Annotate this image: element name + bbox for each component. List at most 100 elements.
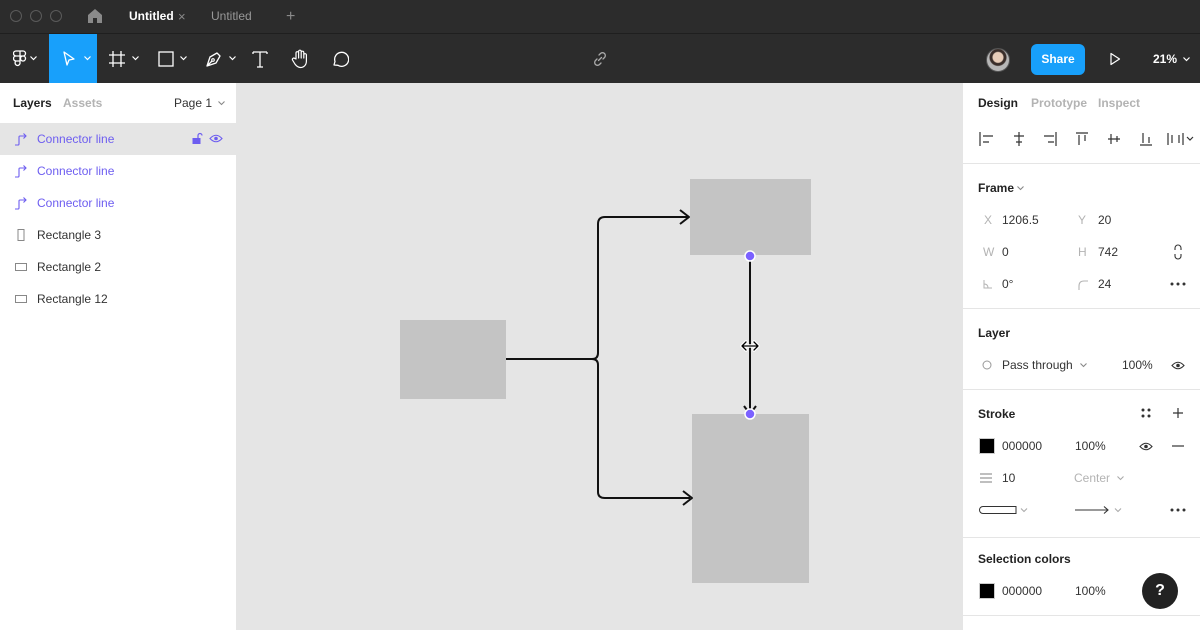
y-label: Y: [1078, 213, 1087, 227]
page-selector[interactable]: Page 1: [174, 96, 226, 110]
selection-color-swatch[interactable]: [979, 583, 995, 599]
window-zoom-control[interactable]: [50, 10, 62, 22]
stroke-start-cap-select[interactable]: [978, 505, 1030, 515]
share-button[interactable]: Share: [1031, 44, 1085, 75]
layer-opacity-input[interactable]: 100%: [1122, 358, 1153, 372]
divider: [963, 163, 1200, 164]
stroke-end-cap-select[interactable]: [1074, 505, 1134, 515]
tab-label: Untitled: [129, 9, 174, 23]
connector-line-top[interactable]: [506, 216, 688, 360]
layer-label: Rectangle 12: [37, 292, 108, 306]
rectangle-bottom[interactable]: [692, 414, 809, 583]
minus-icon[interactable]: [1172, 445, 1184, 447]
alignment-toolbar[interactable]: [963, 129, 1200, 149]
user-avatar[interactable]: [986, 48, 1010, 72]
layer-row-rectangle-2[interactable]: Rectangle 2: [0, 251, 237, 283]
layer-row-connector-line[interactable]: Connector line: [0, 123, 237, 155]
add-tab-icon[interactable]: +: [286, 0, 295, 33]
frame-hash-icon: [109, 51, 125, 67]
corner-radius-icon: [1078, 280, 1088, 290]
close-tab-icon[interactable]: ×: [178, 0, 186, 33]
layer-label: Rectangle 2: [37, 260, 102, 274]
connector-end-handle[interactable]: [744, 408, 756, 420]
stroke-weight-input[interactable]: 10: [1002, 471, 1015, 485]
chevron-down-icon: [229, 56, 236, 61]
zoom-level: 21%: [1153, 52, 1178, 66]
style-grid-icon[interactable]: [1141, 408, 1151, 418]
corner-radius-input[interactable]: 24: [1098, 277, 1111, 291]
eye-icon[interactable]: [209, 133, 223, 144]
chevron-down-icon: [180, 56, 187, 61]
help-button[interactable]: ?: [1142, 573, 1178, 609]
rectangle-layer-icon: [15, 295, 27, 303]
connector-icon: [15, 133, 27, 146]
y-input[interactable]: 20: [1098, 213, 1111, 227]
comment-tool-button[interactable]: [324, 34, 356, 84]
pen-icon: [206, 52, 221, 67]
w-input[interactable]: 0: [1002, 245, 1009, 259]
home-icon[interactable]: [86, 8, 104, 24]
tab-assets[interactable]: Assets: [63, 96, 102, 110]
stroke-opacity-input[interactable]: 100%: [1075, 439, 1106, 453]
layer-label: Connector line: [37, 196, 115, 210]
h-input[interactable]: 742: [1098, 245, 1118, 259]
constrain-proportions-icon[interactable]: [1173, 244, 1183, 260]
tab-layers[interactable]: Layers: [13, 96, 52, 110]
layer-row-rectangle-3[interactable]: Rectangle 3: [0, 219, 237, 251]
eye-icon[interactable]: [1171, 360, 1185, 371]
rectangle-left[interactable]: [400, 320, 506, 399]
move-tool-button[interactable]: [49, 34, 97, 84]
stroke-color-swatch[interactable]: [979, 438, 995, 454]
selection-color-input[interactable]: 000000: [1002, 584, 1042, 598]
more-options-icon[interactable]: [1170, 282, 1186, 286]
stroke-color-input[interactable]: 000000: [1002, 439, 1042, 453]
divider: [963, 615, 1200, 616]
canvas[interactable]: [237, 83, 962, 630]
eye-icon[interactable]: [1139, 441, 1153, 452]
connector-icon: [15, 197, 27, 210]
present-button[interactable]: [1104, 34, 1126, 84]
properties-panel: Design Prototype Inspect Frame X 1206.5 …: [962, 83, 1200, 630]
pen-tool-button[interactable]: [196, 34, 240, 84]
layer-row-rectangle-12[interactable]: Rectangle 12: [0, 283, 237, 315]
plus-icon[interactable]: [1172, 407, 1184, 419]
window-minimize-control[interactable]: [30, 10, 42, 22]
rectangle-top[interactable]: [690, 179, 811, 255]
window-close-control[interactable]: [10, 10, 22, 22]
layers-panel: Layers Assets Page 1 Connector line Conn…: [0, 83, 237, 630]
selection-color-opacity[interactable]: 100%: [1075, 584, 1106, 598]
chevron-down-icon[interactable]: [1017, 186, 1024, 191]
copy-link-button[interactable]: [588, 34, 612, 84]
unlock-icon[interactable]: [191, 132, 203, 145]
frame-tool-button[interactable]: [100, 34, 144, 84]
tab-prototype[interactable]: Prototype: [1031, 96, 1087, 110]
connector-start-handle[interactable]: [744, 250, 756, 262]
chevron-down-icon: [30, 56, 37, 61]
zoom-menu[interactable]: 21%: [1153, 34, 1191, 84]
stroke-align-select[interactable]: Center: [1074, 471, 1125, 485]
hand-tool-button[interactable]: [284, 34, 316, 84]
stroke-section-title: Stroke: [978, 407, 1016, 421]
chevron-down-icon: [1080, 363, 1087, 368]
chevron-down-icon: [84, 56, 91, 61]
blend-mode-select[interactable]: Pass through: [1002, 358, 1087, 372]
layer-label: Connector line: [37, 132, 115, 146]
x-input[interactable]: 1206.5: [1002, 213, 1039, 227]
selection-colors-title: Selection colors: [978, 552, 1071, 566]
main-menu-button[interactable]: [0, 34, 48, 84]
tab-inspect[interactable]: Inspect: [1098, 96, 1140, 110]
layer-row-connector-line[interactable]: Connector line: [0, 187, 237, 219]
w-label: W: [983, 245, 995, 259]
tab-design[interactable]: Design: [978, 96, 1018, 110]
toolbar: Share 21%: [0, 33, 1200, 84]
divider: [963, 537, 1200, 538]
layer-row-connector-line[interactable]: Connector line: [0, 155, 237, 187]
shape-tool-button[interactable]: [148, 34, 192, 84]
tab-untitled[interactable]: Untitled: [205, 0, 295, 33]
more-options-icon[interactable]: [1170, 508, 1186, 512]
text-tool-button[interactable]: [244, 34, 276, 84]
connector-line-bottom[interactable]: [591, 358, 690, 499]
rotation-input[interactable]: 0°: [1002, 277, 1013, 291]
x-label: X: [984, 213, 993, 227]
tab-untitled-active[interactable]: Untitled: [115, 0, 205, 33]
